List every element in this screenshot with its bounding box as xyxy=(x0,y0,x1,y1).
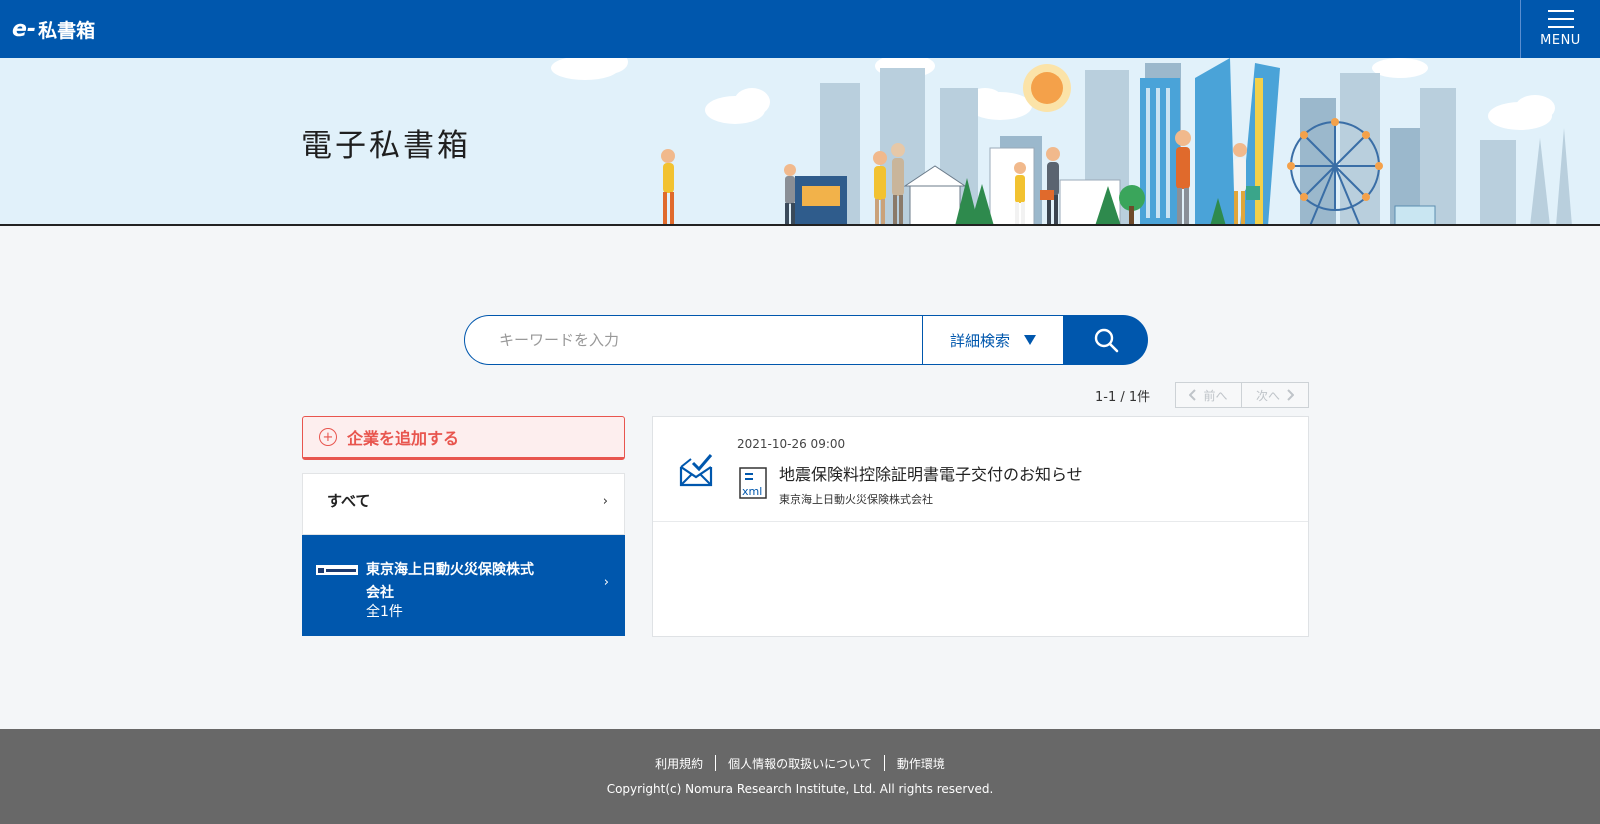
pager: 前へ 次へ xyxy=(1175,382,1309,408)
prev-page-button[interactable]: 前へ xyxy=(1175,382,1242,408)
message-sender: 東京海上日動火災保険株式会社 xyxy=(779,493,933,506)
chevron-right-icon: › xyxy=(602,494,608,509)
next-page-label: 次へ xyxy=(1255,388,1280,403)
privacy-link[interactable]: 個人情報の取扱いについて xyxy=(716,755,884,772)
footer-links: 利用規約 個人情報の取扱いについて 動作環境 xyxy=(0,755,1600,772)
logo-text: 私書箱 xyxy=(38,19,96,42)
plus-circle-icon: + xyxy=(319,428,337,446)
file-type-label: xml xyxy=(742,485,763,498)
company-message-count: 全1件 xyxy=(366,604,403,620)
envelope-check-icon xyxy=(679,454,713,487)
terms-link[interactable]: 利用規約 xyxy=(643,755,715,772)
message-title: 地震保険料控除証明書電子交付のお知らせ xyxy=(779,465,1083,484)
hamburger-icon xyxy=(1547,10,1574,28)
chevron-right-icon xyxy=(1287,389,1294,401)
company-name-line1: 東京海上日動火災保険株式 xyxy=(366,562,534,578)
prev-page-label: 前へ xyxy=(1203,388,1228,403)
result-count: 1-1 / 1件 xyxy=(1095,390,1151,405)
company-name: 東京海上日動火災保険株式 会社 xyxy=(366,559,566,605)
sidebar-item-label: すべて xyxy=(327,492,371,510)
sidebar-item-all[interactable]: すべて › xyxy=(302,473,625,535)
chevron-left-icon xyxy=(1189,389,1197,401)
next-page-button[interactable]: 次へ xyxy=(1242,382,1309,408)
site-logo[interactable]: e- 私書箱 xyxy=(12,16,95,42)
message-list: xml 2021-10-26 09:00 地震保険料控除証明書電子交付のお知らせ… xyxy=(652,416,1309,637)
add-company-label: 企業を追加する xyxy=(347,429,460,448)
sidebar-item-company[interactable]: 東京海上日動火災保険株式 会社 全1件 › xyxy=(302,535,625,636)
keyword-search-input[interactable] xyxy=(464,315,922,365)
chevron-right-icon: › xyxy=(603,575,609,590)
footer: 利用規約 個人情報の取扱いについて 動作環境 Copyright(c) Nomu… xyxy=(0,729,1600,824)
search-button[interactable] xyxy=(1064,315,1148,365)
page-title: 電子私書箱 xyxy=(301,128,471,164)
environment-link[interactable]: 動作環境 xyxy=(885,755,957,772)
copyright: Copyright(c) Nomura Research Institute, … xyxy=(606,782,994,796)
caret-down-icon xyxy=(1024,335,1036,345)
hero-banner: 電子私書箱 xyxy=(0,58,1600,226)
menu-button[interactable]: MENU xyxy=(1520,0,1600,58)
search-icon xyxy=(1094,328,1119,353)
logo-mark: e- xyxy=(12,16,37,42)
company-logo xyxy=(316,565,358,575)
top-bar: e- 私書箱 MENU xyxy=(0,0,1600,58)
advanced-search-label: 詳細検索 xyxy=(949,331,1010,350)
menu-label: MENU xyxy=(1540,33,1581,48)
advanced-search-button[interactable]: 詳細検索 xyxy=(922,315,1064,365)
search-bar: 詳細検索 xyxy=(464,315,1148,365)
add-company-button[interactable]: + 企業を追加する xyxy=(302,416,625,460)
city-illustration xyxy=(551,58,1572,224)
company-name-line2: 会社 xyxy=(366,585,394,601)
message-date: 2021-10-26 09:00 xyxy=(737,437,846,451)
list-item[interactable]: xml 2021-10-26 09:00 地震保険料控除証明書電子交付のお知らせ… xyxy=(653,417,1308,522)
